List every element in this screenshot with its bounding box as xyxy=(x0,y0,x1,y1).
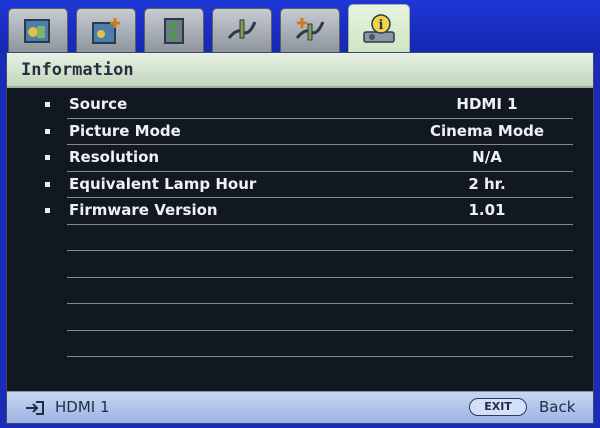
info-label: Resolution xyxy=(69,148,160,166)
info-panel: Information Source HDMI 1 Picture Mode C… xyxy=(6,52,594,424)
information-icon: i xyxy=(363,13,395,43)
current-source: HDMI 1 xyxy=(55,398,110,416)
projector-osd: i Information Source HDMI 1 Picture Mode… xyxy=(0,0,600,428)
empty-row xyxy=(7,331,593,357)
bullet-icon xyxy=(45,128,50,134)
settings-advanced-icon xyxy=(295,17,325,40)
svg-text:i: i xyxy=(379,18,384,33)
panel-header: Information xyxy=(7,53,593,88)
tab-display[interactable] xyxy=(144,8,204,52)
page-title: Information xyxy=(21,60,134,80)
empty-row xyxy=(7,225,593,251)
divider xyxy=(67,356,573,357)
bullet-icon xyxy=(45,181,50,187)
display-icon xyxy=(164,17,184,44)
tab-information[interactable]: i xyxy=(348,4,410,52)
info-value: 2 hr. xyxy=(468,174,506,193)
bullet-icon xyxy=(45,102,50,107)
tab-settings-advanced[interactable] xyxy=(280,8,340,52)
back-label[interactable]: Back xyxy=(539,398,575,416)
input-source-icon xyxy=(26,401,44,415)
info-value: HDMI 1 xyxy=(456,95,518,113)
info-value: Cinema Mode xyxy=(429,121,545,140)
empty-row xyxy=(7,278,593,304)
info-label: Equivalent Lamp Hour xyxy=(69,174,257,193)
empty-row xyxy=(7,304,593,331)
picture-advanced-icon xyxy=(92,17,120,44)
settings-basic-icon xyxy=(227,19,257,39)
tab-bar: i xyxy=(0,0,600,52)
tab-settings-basic[interactable] xyxy=(212,8,272,52)
info-value: N/A xyxy=(472,148,502,166)
info-row-source: Source HDMI 1 xyxy=(7,92,593,119)
info-label: Picture Mode xyxy=(69,121,181,140)
info-row-firmware: Firmware Version 1.01 xyxy=(7,198,593,225)
tab-picture-advanced[interactable] xyxy=(76,8,136,52)
info-list: Source HDMI 1 Picture Mode Cinema Mode R… xyxy=(7,92,593,357)
info-row-lamp-hour: Equivalent Lamp Hour 2 hr. xyxy=(7,172,593,198)
info-value: 1.01 xyxy=(468,201,506,219)
empty-row xyxy=(7,251,593,278)
info-row-resolution: Resolution N/A xyxy=(7,145,593,172)
bullet-icon xyxy=(45,208,50,213)
info-label: Firmware Version xyxy=(69,201,218,219)
info-row-picture-mode: Picture Mode Cinema Mode xyxy=(7,119,593,145)
info-label: Source xyxy=(69,95,128,113)
exit-button[interactable]: EXIT xyxy=(469,398,527,416)
picture-icon xyxy=(24,18,50,43)
tab-picture[interactable] xyxy=(8,8,68,52)
footer-bar: HDMI 1 EXIT Back xyxy=(7,391,593,423)
bullet-icon xyxy=(45,155,50,160)
